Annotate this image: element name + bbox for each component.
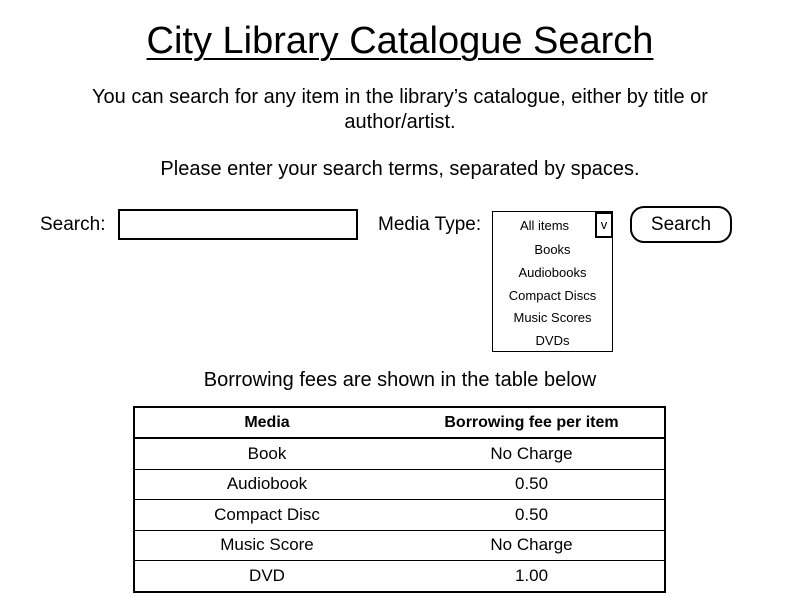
chevron-down-icon[interactable]: v <box>595 212 613 238</box>
table-row: Audiobook 0.50 <box>134 468 665 500</box>
media-type-selected[interactable]: All items <box>493 212 596 240</box>
fees-caption: Borrowing fees are shown in the table be… <box>203 369 597 391</box>
fees-table: Media Borrowing fee per item Book No Cha… <box>133 406 666 593</box>
media-cell: Book <box>134 437 399 469</box>
media-type-option-music-scores[interactable]: Music Scores <box>493 307 612 330</box>
fees-table-header-row: Media Borrowing fee per item <box>134 407 665 439</box>
media-type-options: Books Audiobooks Compact Discs Music Sco… <box>493 239 612 353</box>
media-cell: Audiobook <box>134 468 399 500</box>
media-type-option-compact-discs[interactable]: Compact Discs <box>493 285 612 308</box>
column-header-media: Media <box>134 407 399 439</box>
fee-cell: 0.50 <box>399 499 665 530</box>
media-cell: Compact Disc <box>134 499 399 530</box>
intro-text: You can search for any item in the libra… <box>92 86 708 133</box>
search-input[interactable] <box>118 209 358 240</box>
table-row: DVD 1.00 <box>134 560 665 592</box>
page-title: City Library Catalogue Search <box>146 20 654 62</box>
media-type-label: Media Type: <box>378 214 482 235</box>
media-type-option-audiobooks[interactable]: Audiobooks <box>493 262 612 285</box>
media-cell: Music Score <box>134 529 399 561</box>
table-row: Compact Disc 0.50 <box>134 499 665 530</box>
media-type-option-books[interactable]: Books <box>493 239 612 262</box>
fee-cell: 0.50 <box>399 468 665 500</box>
search-label: Search: <box>40 214 106 235</box>
instructions-text: Please enter your search terms, separate… <box>160 158 640 180</box>
search-button[interactable]: Search <box>630 206 732 243</box>
fee-cell: No Charge <box>399 437 665 469</box>
fee-cell: No Charge <box>399 529 665 561</box>
media-cell: DVD <box>134 560 399 592</box>
table-row: Music Score No Charge <box>134 529 665 561</box>
fee-cell: 1.00 <box>399 560 665 592</box>
media-type-dropdown[interactable]: All items v Books Audiobooks Compact Dis… <box>492 211 613 352</box>
table-row: Book No Charge <box>134 437 665 469</box>
media-type-option-dvds[interactable]: DVDs <box>493 330 612 353</box>
column-header-fee: Borrowing fee per item <box>399 407 665 439</box>
